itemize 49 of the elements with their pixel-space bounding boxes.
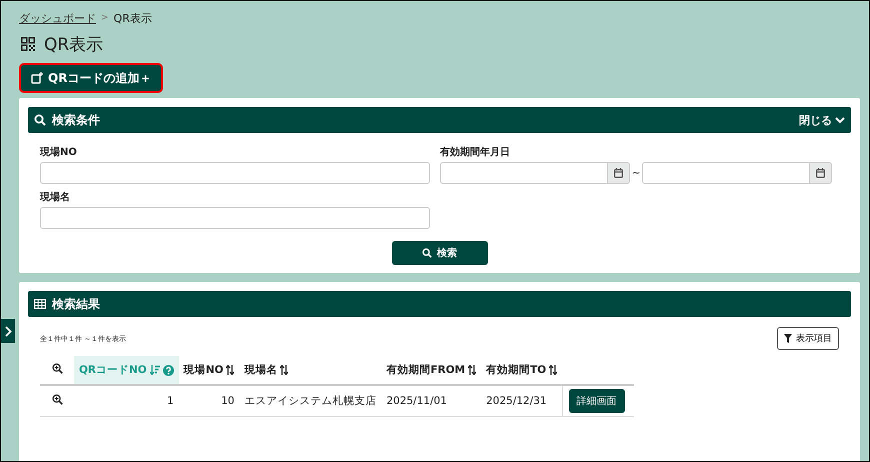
table-cell: 1	[74, 385, 179, 416]
page-title: QR表示	[44, 34, 104, 56]
site-name-field[interactable]	[40, 207, 430, 229]
column-header[interactable]: 現場NO	[178, 356, 240, 385]
zoom-in-icon[interactable]	[52, 394, 62, 405]
column-header[interactable]: 現場名	[239, 356, 382, 385]
calendar-button[interactable]	[608, 162, 630, 184]
expand-sidebar-button[interactable]	[1, 319, 15, 343]
add-note-icon	[31, 72, 43, 84]
search-icon	[34, 114, 46, 126]
search-button[interactable]: 検索	[392, 241, 488, 265]
chevron-down-icon	[835, 116, 845, 124]
calendar-button[interactable]	[810, 162, 832, 184]
add-qr-button[interactable]: QRコードの追加＋	[19, 63, 164, 93]
site-no-field[interactable]	[40, 162, 430, 184]
sort-descending-icon	[150, 365, 160, 375]
search-icon	[422, 248, 432, 258]
sort-icon	[226, 365, 234, 375]
panel-title: 検索条件	[52, 112, 100, 128]
qr-icon	[21, 37, 35, 51]
table-cell: 2025/12/31	[481, 385, 562, 416]
calendar-icon	[816, 168, 826, 178]
filter-icon	[784, 334, 792, 343]
column-header[interactable]: 有効期間FROM	[381, 356, 482, 385]
sort-icon	[549, 365, 558, 375]
calendar-icon	[614, 168, 623, 178]
zoom-in-icon[interactable]	[52, 363, 62, 374]
date-field[interactable]	[440, 162, 608, 184]
table-cell: 2025/11/01	[381, 385, 482, 416]
chevron-right-icon	[4, 326, 12, 336]
breadcrumb-current: QR表示	[114, 10, 152, 26]
display-columns-button[interactable]: 表示項目	[777, 327, 839, 350]
help-icon[interactable]	[162, 364, 174, 376]
table-cell: エスアイシステム札幌支店	[239, 385, 382, 416]
table-cell: 10	[178, 385, 240, 416]
field-label: 現場NO	[40, 146, 78, 159]
panel-title: 検索結果	[52, 296, 100, 312]
sort-icon	[468, 365, 476, 375]
collapse-toggle[interactable]: 閉じる	[799, 112, 845, 128]
detail-button[interactable]: 詳細画面	[568, 389, 625, 413]
field-label: 現場名	[40, 190, 71, 204]
sort-icon	[280, 365, 288, 375]
column-header[interactable]: 有効期間TO	[481, 356, 562, 385]
breadcrumb-separator: >	[101, 13, 109, 23]
date-field[interactable]	[642, 162, 810, 184]
range-separator: ~	[631, 168, 642, 178]
field-label: 有効期間年月日	[440, 146, 511, 159]
breadcrumb-link[interactable]: ダッシュボード	[19, 10, 96, 26]
table-icon	[34, 299, 46, 309]
